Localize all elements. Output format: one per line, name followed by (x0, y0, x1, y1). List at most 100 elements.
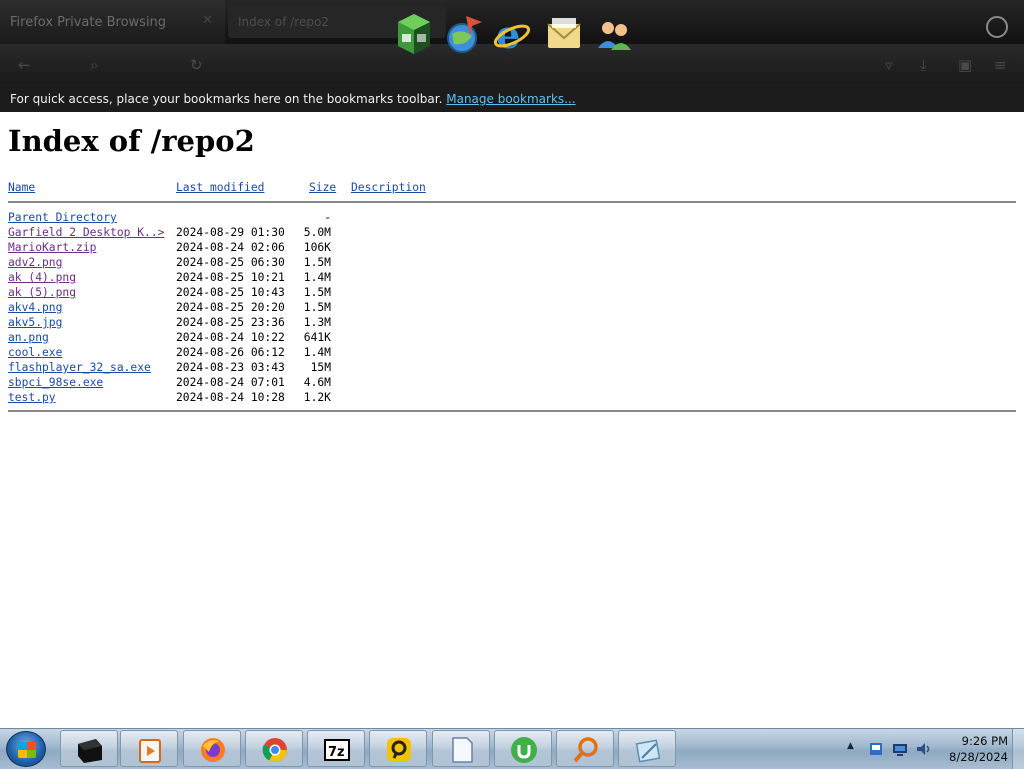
taskbar-item-media-player[interactable] (120, 730, 178, 767)
taskbar-item-search[interactable] (556, 730, 614, 767)
table-row: Parent Directory - (8, 210, 331, 225)
file-link[interactable]: Garfield 2 Desktop K..> (8, 225, 164, 240)
header-divider (8, 201, 1016, 203)
taskbar-item-7zip[interactable]: 7z (307, 730, 365, 767)
file-link[interactable]: flashplayer_32_sa.exe (8, 360, 151, 375)
table-row: sbpci_98se.exe 2024-08-24 07:01 4.6M (8, 375, 331, 390)
chrome-icon (262, 738, 287, 763)
footer-divider (8, 410, 1016, 412)
taskbar-item-remote-desktop[interactable] (369, 730, 427, 767)
file-link[interactable]: sbpci_98se.exe (8, 375, 103, 390)
spreadsheet-cube-icon[interactable] (394, 12, 434, 56)
7zip-icon: 7z (324, 739, 350, 761)
file-modified: 2024-08-25 10:43 (176, 286, 285, 299)
file-size: 5.0M (303, 226, 331, 239)
file-modified: 2024-08-24 10:22 (176, 331, 285, 344)
manage-bookmarks-link[interactable]: Manage bookmarks... (446, 92, 575, 106)
extensions-icon[interactable]: ▣ (958, 56, 972, 74)
sort-by-modified-link[interactable]: Last modified (176, 181, 264, 194)
file-modified: 2024-08-25 06:30 (176, 256, 285, 269)
column-header-size[interactable]: Size (309, 180, 336, 195)
tab-title: Firefox Private Browsing (10, 15, 167, 30)
address-bar-text: Index of /repo2 (238, 15, 329, 29)
file-link[interactable]: akv5.jpg (8, 315, 62, 330)
sort-by-size-link[interactable]: Size (309, 181, 336, 194)
firefox-icon (201, 738, 225, 762)
taskbar-item-chrome[interactable] (245, 730, 303, 767)
file-modified: 2024-08-26 06:12 (176, 346, 285, 359)
terminal-icon (78, 739, 102, 763)
file-modified: 2024-08-29 01:30 (176, 226, 285, 239)
file-size: 1.5M (303, 256, 331, 269)
taskbar-item-terminal[interactable] (60, 730, 118, 767)
taskbar-item-notepad[interactable] (432, 730, 490, 767)
table-row: MarioKart.zip 2024-08-24 02:06 106K (8, 240, 331, 255)
file-link[interactable]: ak (5).png (8, 285, 76, 300)
taskbar: 7z ▲ 9:26 PM 8/28/2024 (0, 728, 1024, 769)
globe-arrow-icon[interactable] (444, 12, 484, 56)
utorrent-icon (511, 737, 537, 763)
system-clock[interactable]: 9:26 PM 8/28/2024 (922, 733, 1008, 765)
file-link[interactable]: test.py (8, 390, 56, 405)
parent-directory-link[interactable]: Parent Directory (8, 210, 117, 225)
table-row: cool.exe 2024-08-26 06:12 1.4M (8, 345, 331, 360)
file-size: 1.4M (303, 271, 331, 284)
file-size: 641K (303, 331, 331, 344)
search-magnifier-icon (573, 737, 598, 763)
file-modified: 2024-08-23 03:43 (176, 361, 285, 374)
table-row: Garfield 2 Desktop K..> 2024-08-29 01:30 5… (8, 225, 331, 240)
file-modified: 2024-08-24 10:28 (176, 391, 285, 404)
svg-text:7z: 7z (328, 745, 345, 760)
reload-icon[interactable]: ↻ (190, 56, 203, 74)
file-link[interactable]: adv2.png (8, 255, 62, 270)
media-player-icon (139, 739, 161, 763)
download-icon[interactable]: ⤓ (920, 56, 927, 74)
column-header-modified[interactable]: Last modified (176, 180, 264, 195)
users-icon[interactable] (594, 12, 634, 56)
file-size: 106K (303, 241, 331, 254)
file-size: 15M (310, 361, 331, 374)
table-row: test.py 2024-08-24 10:28 1.2K (8, 390, 331, 405)
network-icon[interactable] (892, 741, 908, 757)
taskbar-item-paint[interactable] (618, 730, 676, 767)
menu-icon[interactable]: ≡ (994, 56, 1007, 74)
browser-chrome: Firefox Private Browsing ✕ Index of /rep… (0, 0, 1024, 112)
table-row: an.png 2024-08-24 10:22 641K (8, 330, 331, 345)
account-icon[interactable] (986, 16, 1008, 38)
file-size: 1.4M (303, 346, 331, 359)
page-title: Index of /repo2 (8, 124, 255, 158)
column-header-description[interactable]: Description (351, 180, 426, 195)
windows-logo-icon (18, 742, 36, 758)
taskbar-item-utorrent[interactable] (494, 730, 552, 767)
taskbar-item-firefox[interactable] (183, 730, 241, 767)
browser-tab[interactable]: Firefox Private Browsing ✕ (0, 0, 225, 44)
show-hidden-icons-icon[interactable]: ▲ (847, 741, 854, 751)
table-row: flashplayer_32_sa.exe 2024-08-23 03:43 15M (8, 360, 331, 375)
file-modified: 2024-08-25 23:36 (176, 316, 285, 329)
column-header-name[interactable]: Name (8, 180, 35, 195)
mail-envelope-icon[interactable] (544, 12, 584, 56)
search-icon[interactable]: ⌕ (90, 56, 98, 74)
bookmarks-toolbar: For quick access, place your bookmarks h… (0, 86, 1024, 112)
file-rows: Parent Directory - Garfield 2 Desktop K.… (8, 210, 331, 405)
pocket-icon[interactable]: ▿ (885, 56, 893, 74)
file-link[interactable]: akv4.png (8, 300, 62, 315)
tab-close-icon[interactable]: ✕ (202, 13, 213, 28)
file-link[interactable]: cool.exe (8, 345, 62, 360)
show-desktop-button[interactable] (1012, 729, 1024, 769)
file-link[interactable]: MarioKart.zip (8, 240, 96, 255)
file-size: 1.3M (303, 316, 331, 329)
sort-by-description-link[interactable]: Description (351, 181, 426, 194)
file-link[interactable]: an.png (8, 330, 49, 345)
remote-desktop-icon (387, 738, 411, 762)
back-arrow-icon[interactable]: ← (18, 56, 31, 74)
start-button[interactable] (6, 731, 46, 767)
internet-explorer-icon[interactable]: e (492, 12, 532, 56)
flag-notification-icon[interactable] (868, 741, 884, 757)
table-row: ak (5).png 2024-08-25 10:43 1.5M (8, 285, 331, 300)
sort-by-name-link[interactable]: Name (8, 181, 35, 194)
file-modified: 2024-08-25 20:20 (176, 301, 285, 314)
file-size: 4.6M (303, 376, 331, 389)
clock-time: 9:26 PM (961, 734, 1008, 748)
file-link[interactable]: ak (4).png (8, 270, 76, 285)
